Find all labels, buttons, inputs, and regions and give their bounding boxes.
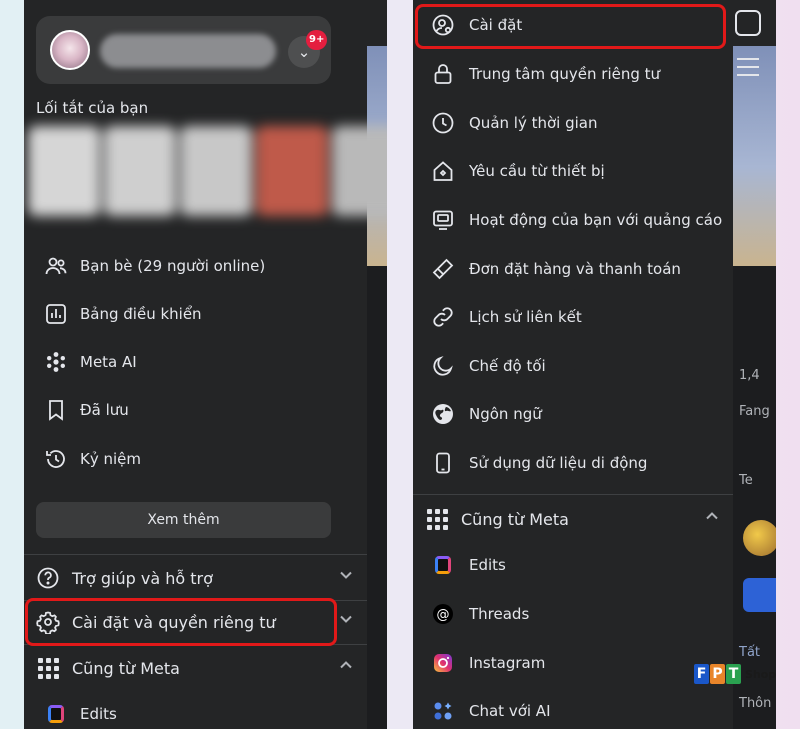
menu-item-dark-mode[interactable]: Chế độ tối xyxy=(413,342,546,390)
menu-item-mobile-data[interactable]: Sử dụng dữ liệu di động xyxy=(413,439,647,487)
menu-item-threads[interactable]: @ Threads xyxy=(413,590,529,638)
device-home-icon xyxy=(429,157,457,185)
menu-item-meta-ai[interactable]: Meta AI xyxy=(24,338,137,386)
menu-item-orders-payments[interactable]: Đơn đặt hàng và thanh toán xyxy=(413,245,681,293)
menu-item-link-history[interactable]: Lịch sử liên kết xyxy=(413,293,582,341)
chevron-down-icon xyxy=(339,612,353,630)
grid-icon xyxy=(423,505,451,533)
fpt-shop-logo: F P T Shop xyxy=(694,664,776,684)
lock-icon xyxy=(429,60,457,88)
threads-icon: @ xyxy=(429,600,457,628)
menu-item-ads-activity[interactable]: Hoạt động của bạn với quảng cáo xyxy=(413,196,722,244)
globe-icon xyxy=(429,400,457,428)
menu-item-language[interactable]: Ngôn ngữ xyxy=(413,390,542,438)
help-icon xyxy=(34,564,62,592)
profile-name-blurred xyxy=(100,34,276,68)
chevron-up-icon xyxy=(339,658,353,676)
phone-icon xyxy=(429,449,457,477)
clock-icon xyxy=(429,109,457,137)
menu-item-edits[interactable]: Edits xyxy=(413,541,506,589)
shortcuts-row-blurred[interactable] xyxy=(24,126,387,216)
grid-icon xyxy=(34,654,62,682)
section-also-from-meta[interactable]: Cũng từ Meta xyxy=(413,497,733,541)
edits-icon xyxy=(429,551,457,579)
notification-badge: 9+ xyxy=(306,30,328,50)
menu-item-privacy-center[interactable]: Trung tâm quyền riêng tư xyxy=(413,50,660,98)
section-help-support[interactable]: Trợ giúp và hỗ trợ xyxy=(24,556,367,600)
see-more-button[interactable]: Xem thêm xyxy=(36,502,331,538)
menu-item-chat-ai[interactable]: Chat với AI xyxy=(413,687,551,729)
meta-ai-icon xyxy=(42,348,70,376)
highlight-box xyxy=(415,4,726,49)
menu-item-time-management[interactable]: Quản lý thời gian xyxy=(413,99,597,147)
ads-activity-icon xyxy=(429,206,457,234)
avatar[interactable] xyxy=(50,30,90,70)
chevron-down-icon xyxy=(339,568,353,586)
phone-screen-right: 1,4 Fang Te Tất Thôn Cài đặt Trung tâm q… xyxy=(413,0,776,729)
settings-menu-panel: Cài đặt Trung tâm quyền riêng tư Quản lý… xyxy=(413,0,733,729)
friends-icon xyxy=(42,252,70,280)
menu-item-instagram[interactable]: Instagram xyxy=(413,639,545,687)
menu-item-friends[interactable]: Bạn bè (29 người online) xyxy=(24,242,265,290)
profile-card[interactable]: ⌄ 9+ xyxy=(36,16,331,84)
card-tag-icon xyxy=(429,255,457,283)
edits-icon xyxy=(42,700,70,728)
dashboard-icon xyxy=(42,300,70,328)
menu-item-device-requests[interactable]: Yêu cầu từ thiết bị xyxy=(413,147,605,195)
svg-text:@: @ xyxy=(437,608,450,623)
link-icon xyxy=(429,303,457,331)
menu-item-saved[interactable]: Đã lưu xyxy=(24,386,129,434)
background-page-strip: 1,4 Fang Te Tất Thôn xyxy=(733,0,776,729)
menu-item-memories[interactable]: Kỷ niệm xyxy=(24,435,141,483)
background-page-strip xyxy=(367,0,387,729)
shortcuts-title: Lối tắt của bạn xyxy=(36,99,149,117)
phone-screen-left: ⌄ 9+ Lối tắt của bạn Bạn bè (29 người on… xyxy=(24,0,387,729)
section-also-from-meta[interactable]: Cũng từ Meta xyxy=(24,646,367,690)
bookmark-icon xyxy=(42,396,70,424)
menu-item-dashboard[interactable]: Bảng điều khiển xyxy=(24,290,202,338)
memories-clock-icon xyxy=(42,445,70,473)
home-icon xyxy=(735,10,761,36)
instagram-icon xyxy=(429,649,457,677)
chevron-up-icon xyxy=(705,509,719,527)
menu-item-edits[interactable]: Edits xyxy=(24,690,117,729)
chat-ai-icon xyxy=(429,697,457,725)
menu-icon xyxy=(737,58,759,76)
highlight-box xyxy=(25,598,337,646)
avatar xyxy=(743,520,776,556)
moon-icon xyxy=(429,352,457,380)
